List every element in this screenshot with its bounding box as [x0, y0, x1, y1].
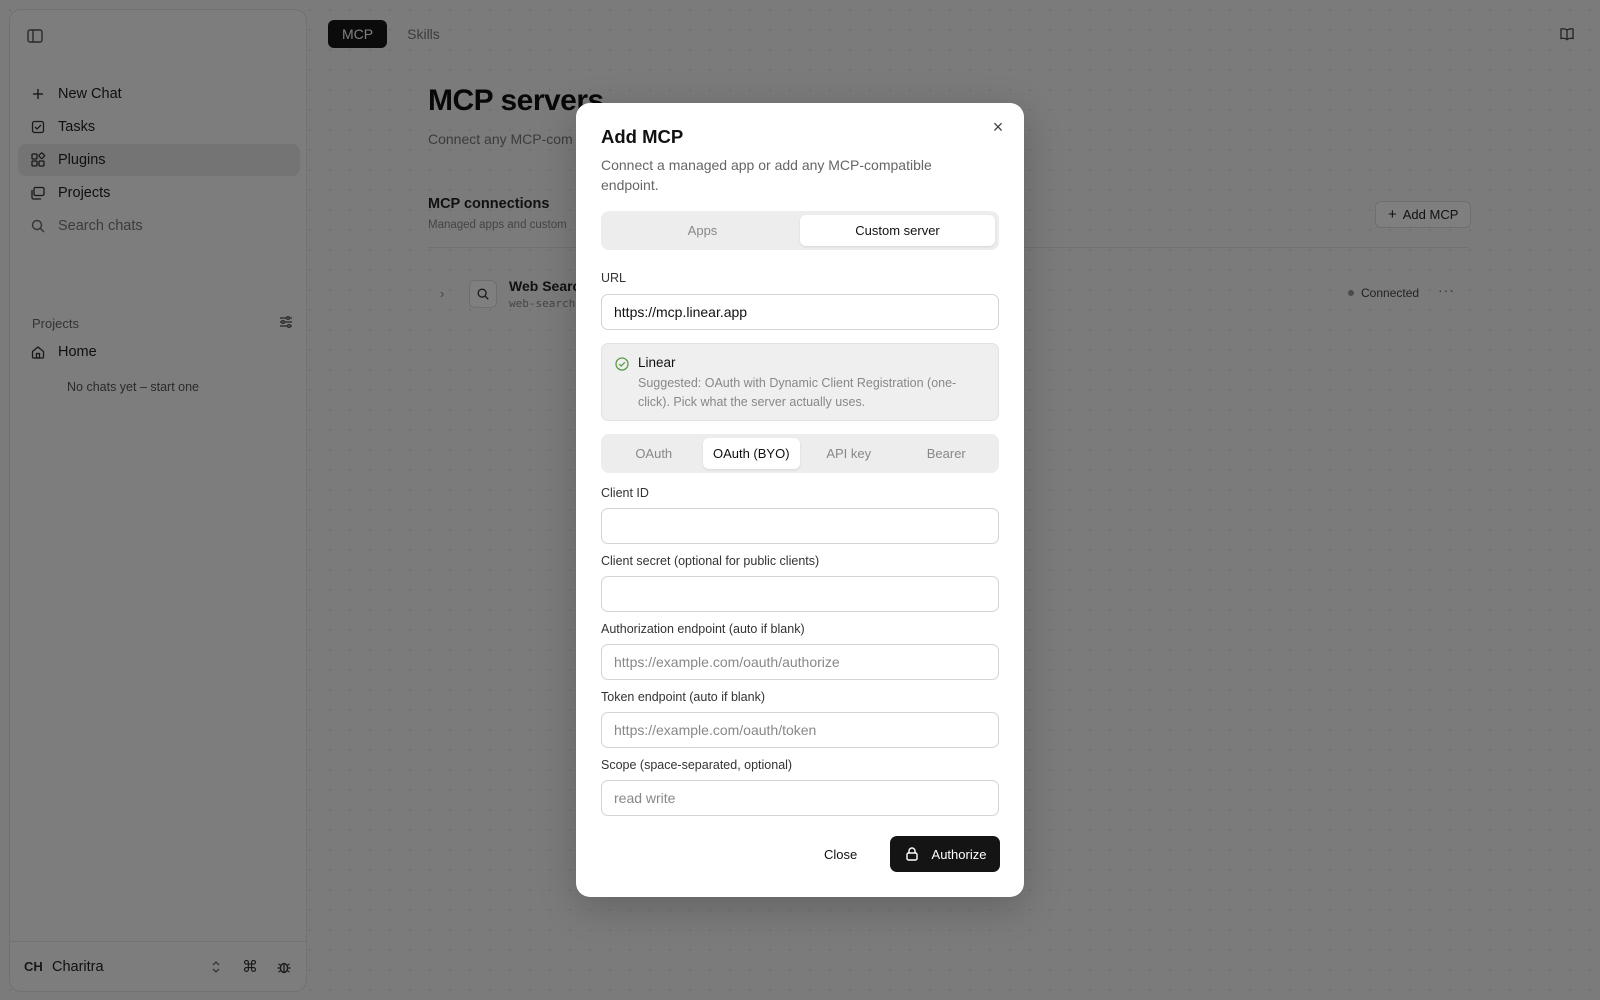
- auth-endpoint-label: Authorization endpoint (auto if blank): [601, 622, 805, 636]
- client-id-input[interactable]: [601, 508, 999, 544]
- suggestion-name: Linear: [638, 355, 676, 370]
- suggestion-text: Suggested: OAuth with Dynamic Client Reg…: [638, 376, 957, 409]
- client-secret-input[interactable]: [601, 576, 999, 612]
- tab-oauth-byo[interactable]: OAuth (BYO): [702, 438, 800, 469]
- token-endpoint-input[interactable]: [601, 712, 999, 748]
- scope-label: Scope (space-separated, optional): [601, 758, 793, 772]
- dialog-title: Add MCP: [601, 126, 684, 147]
- auth-method-tabs: OAuth OAuth (BYO) API key Bearer: [601, 434, 999, 473]
- authorize-button[interactable]: Authorize: [890, 836, 1000, 872]
- close-icon[interactable]: ×: [990, 117, 1006, 137]
- scope-input[interactable]: [601, 780, 999, 816]
- url-input[interactable]: [601, 294, 999, 330]
- authorize-label: Authorize: [931, 846, 987, 862]
- tab-custom-server[interactable]: Custom server: [800, 215, 995, 246]
- client-secret-label: Client secret (optional for public clien…: [601, 554, 820, 568]
- auth-endpoint-input[interactable]: [601, 644, 999, 680]
- lock-icon: [904, 846, 920, 862]
- server-type-tabs: Apps Custom server: [601, 211, 999, 250]
- suggestion-box: Linear Suggested: OAuth with Dynamic Cli…: [601, 343, 999, 421]
- tab-oauth[interactable]: OAuth: [605, 438, 703, 469]
- check-circle-icon: [614, 356, 630, 372]
- token-endpoint-label: Token endpoint (auto if blank): [601, 690, 765, 704]
- close-button[interactable]: Close: [824, 836, 857, 872]
- tab-api-key[interactable]: API key: [800, 438, 898, 469]
- dialog-description: Connect a managed app or add any MCP-com…: [601, 157, 932, 193]
- url-label: URL: [601, 271, 627, 285]
- tab-bearer[interactable]: Bearer: [898, 438, 996, 469]
- client-id-label: Client ID: [601, 486, 649, 500]
- add-mcp-dialog: × Add MCP Connect a managed app or add a…: [576, 103, 1024, 897]
- tab-apps[interactable]: Apps: [605, 215, 800, 246]
